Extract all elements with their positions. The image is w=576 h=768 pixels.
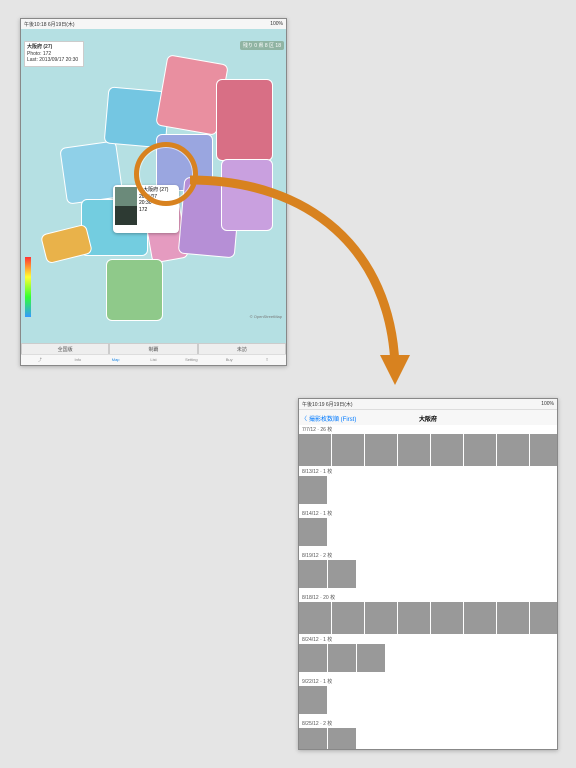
tab-map[interactable]: Map — [97, 355, 135, 365]
status-bar: 午後10:19 6月19日(木) 100% — [299, 399, 557, 410]
date-section: 7/7/12 · 26 枚 — [299, 425, 557, 467]
region-info-card[interactable]: 大阪府 (27) Photo: 172 Last: 2013/09/17 20:… — [24, 41, 84, 67]
photo-thumbnail[interactable] — [328, 728, 356, 749]
thumbnail-row — [299, 728, 557, 749]
photo-thumbnail[interactable] — [332, 434, 364, 466]
photo-list[interactable]: 7/7/12 · 26 枚 8/13/12 · 1 枚 8/14/12 · 1 枚 8… — [299, 425, 557, 749]
thumbnail-row — [299, 560, 557, 593]
photo-thumbnail[interactable] — [398, 602, 430, 634]
date-section: 8/19/12 · 2 枚 — [299, 551, 557, 593]
date-section: 8/24/12 · 1 枚 — [299, 635, 557, 677]
prefecture-region[interactable] — [106, 259, 163, 321]
export-icon[interactable]: ⇪ — [248, 355, 286, 365]
photo-thumbnail[interactable] — [497, 602, 529, 634]
thumbnail-row — [299, 602, 557, 635]
chevron-left-icon: 〈 — [301, 414, 307, 423]
back-label: 撮影枚数順 (First) — [309, 414, 356, 423]
date-section: 8/13/12 · 1 枚 — [299, 467, 557, 509]
section-header: 8/25/12 · 2 枚 — [299, 719, 557, 728]
color-scale-legend — [25, 257, 31, 317]
map-attribution: © OpenStreetMap — [250, 314, 282, 319]
photo-list-screen: 午後10:19 6月19日(木) 100% 〈 撮影枚数順 (First) 大阪… — [298, 398, 558, 750]
section-header: 7/7/12 · 26 枚 — [299, 425, 557, 434]
section-header: 9/22/12 · 1 枚 — [299, 677, 557, 686]
prefecture-region[interactable] — [221, 159, 273, 231]
remaining-badge: 残り 0 県 8 区 18 — [240, 41, 284, 50]
status-battery: 100% — [270, 21, 283, 27]
section-header: 8/24/12 · 1 枚 — [299, 635, 557, 644]
photo-thumbnail[interactable] — [299, 686, 327, 714]
thumbnail-row — [299, 434, 557, 467]
date-section: 8/14/12 · 1 枚 — [299, 509, 557, 551]
photo-thumbnail[interactable] — [299, 728, 327, 749]
section-header: 8/14/12 · 1 枚 — [299, 509, 557, 518]
thumbnail-row — [299, 476, 557, 509]
thumbnail-row — [299, 644, 557, 677]
highlight-circle — [134, 142, 198, 206]
thumbnail-row — [299, 518, 557, 551]
thumbnail-row — [299, 686, 557, 719]
popup-count: 172 — [139, 207, 177, 214]
photo-thumbnail[interactable] — [431, 602, 463, 634]
date-section: 8/25/12 · 2 枚 — [299, 719, 557, 749]
photo-thumbnail[interactable] — [299, 434, 331, 466]
photo-thumbnail[interactable] — [398, 434, 430, 466]
section-header: 8/19/12 · 2 枚 — [299, 551, 557, 560]
photo-thumbnail[interactable] — [530, 434, 557, 466]
photo-thumbnail[interactable] — [328, 560, 356, 588]
photo-thumbnail[interactable] — [357, 644, 385, 672]
photo-thumbnail[interactable] — [530, 602, 557, 634]
tab-info[interactable]: Info — [59, 355, 97, 365]
back-button[interactable]: 〈 撮影枚数順 (First) — [301, 414, 356, 423]
section-header: 8/18/12 · 20 枚 — [299, 593, 557, 602]
date-section: 8/18/12 · 20 枚 — [299, 593, 557, 635]
tab-list[interactable]: List — [135, 355, 173, 365]
photo-thumbnail[interactable] — [431, 434, 463, 466]
photo-thumbnail[interactable] — [299, 518, 327, 546]
date-section: 9/22/12 · 1 枚 — [299, 677, 557, 719]
photo-thumbnail[interactable] — [332, 602, 364, 634]
prefecture-region[interactable] — [216, 79, 273, 161]
photo-thumbnail[interactable] — [299, 602, 331, 634]
photo-thumbnail[interactable] — [299, 644, 327, 672]
status-battery: 100% — [541, 401, 554, 407]
tab-buy[interactable]: Buy — [210, 355, 248, 365]
prefecture-region[interactable] — [40, 224, 93, 264]
photo-thumbnail[interactable] — [328, 644, 356, 672]
region-last-date: Last: 2013/09/17 20:30 — [27, 57, 81, 64]
tab-setting[interactable]: Setting — [172, 355, 210, 365]
photo-thumbnail[interactable] — [497, 434, 529, 466]
share-icon[interactable]: ⤴ — [21, 355, 59, 365]
photo-thumbnail[interactable] — [464, 434, 496, 466]
popup-thumbnail — [115, 187, 137, 225]
photo-thumbnail[interactable] — [365, 602, 397, 634]
section-header: 8/13/12 · 1 枚 — [299, 467, 557, 476]
photo-thumbnail[interactable] — [299, 560, 327, 588]
photo-thumbnail[interactable] — [299, 476, 327, 504]
status-time: 午後10:18 6月19日(木) — [24, 21, 75, 28]
tab-bar: ⤴ Info Map List Setting Buy ⇪ — [21, 354, 286, 365]
photo-thumbnail[interactable] — [464, 602, 496, 634]
page-title: 大阪府 — [419, 414, 437, 423]
status-time: 午後10:19 6月19日(木) — [302, 401, 353, 408]
photo-thumbnail[interactable] — [365, 434, 397, 466]
